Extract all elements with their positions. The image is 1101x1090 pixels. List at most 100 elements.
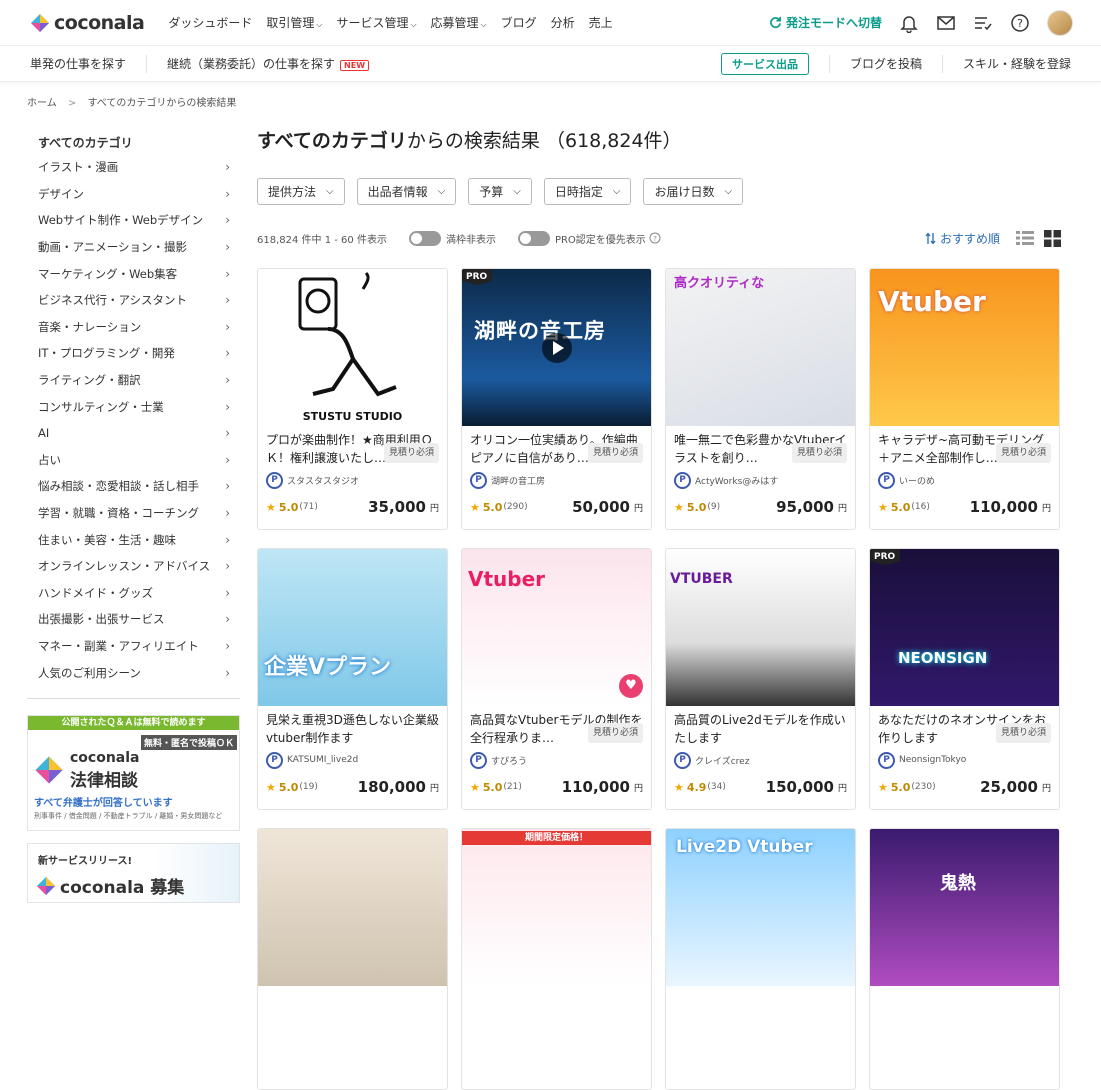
service-thumbnail[interactable]: Vtuber xyxy=(870,269,1059,426)
category-all-heading[interactable]: すべてのカテゴリ xyxy=(27,128,240,154)
service-card[interactable]: 高クオリティな 唯一無二で色彩豊かなVtuberイラストを創り… 見積り必須 P Act… xyxy=(665,268,856,530)
hide-full-toggle[interactable] xyxy=(408,230,441,246)
find-contract-jobs-link[interactable]: 継続（業務委託）の仕事を探す NEW xyxy=(167,55,370,72)
category-item[interactable]: 占い › xyxy=(27,447,240,474)
category-item[interactable]: Webサイト制作・Webデザイン › xyxy=(27,207,240,234)
service-title[interactable]: 見栄え重視3D遜色しない企業級vtuber制作ます xyxy=(258,706,447,747)
seller-info[interactable]: P スタスタスタジオ xyxy=(258,467,447,489)
service-thumbnail[interactable]: 企業Vプラン xyxy=(258,549,447,706)
service-card[interactable]: 鬼熱 xyxy=(869,828,1060,1090)
service-title[interactable]: プロが楽曲制作！★商用利用ＯＫ！権利譲渡いたし… 見積り必須 xyxy=(258,426,447,467)
service-title[interactable]: 唯一無二で色彩豊かなVtuberイラストを創り… 見積り必須 xyxy=(666,426,855,467)
seller-info[interactable]: P NeonsignTokyo xyxy=(870,747,1059,769)
seller-info[interactable]: P すぴろう xyxy=(462,747,651,769)
category-label: イラスト・漫画 xyxy=(38,160,119,175)
register-skill-link[interactable]: スキル・経験を登録 xyxy=(963,55,1071,72)
price-currency: 円 xyxy=(429,503,439,514)
service-card[interactable]: 期間限定価格！ xyxy=(461,828,652,1090)
category-item[interactable]: AI › xyxy=(27,420,240,447)
filter-seller-info[interactable]: 出品者情報 ⌵ xyxy=(356,178,457,205)
service-thumbnail[interactable]: 湖畔の音工房 PRO xyxy=(462,269,651,426)
service-title[interactable]: オリコン一位実績あり。作編曲ピアノに自信があり… 見積り必須 xyxy=(462,426,651,467)
recruitment-banner[interactable]: 新サービスリリース! coconala 募集 xyxy=(27,843,240,903)
service-card[interactable]: 企業Vプラン 見栄え重視3D遜色しない企業級vtuber制作ます P KATSUMI_… xyxy=(257,548,448,810)
service-card[interactable]: Vtuber キャラデザ~高可動モデリング＋アニメ全部制作し… 見積り必須 P いーのめ… xyxy=(869,268,1060,530)
category-item[interactable]: 音楽・ナレーション › xyxy=(27,314,240,341)
help-icon[interactable]: ? xyxy=(649,232,661,244)
service-thumbnail[interactable]: 期間限定価格！ xyxy=(462,829,651,986)
service-thumbnail[interactable]: VTUBER xyxy=(666,549,855,706)
service-thumbnail[interactable]: 高クオリティな xyxy=(666,269,855,426)
service-card[interactable]: 湖畔の音工房 PRO オリコン一位実績あり。作編曲ピアノに自信があり… 見積り必須 P 湖… xyxy=(461,268,652,530)
seller-info[interactable]: P クレイズcrez xyxy=(666,747,855,769)
pro-priority-toggle[interactable] xyxy=(517,230,550,246)
category-item[interactable]: 出張撮影・出張サービス › xyxy=(27,606,240,633)
service-card[interactable]: Vtuber ♥ 高品質なVtuberモデルの制作を全行程承りま… 見積り必須 P すぴろ… xyxy=(461,548,652,810)
category-item[interactable]: 人気のご利用シーン › xyxy=(27,659,240,686)
service-title[interactable]: 高品質なVtuberモデルの制作を全行程承りま… 見積り必須 xyxy=(462,706,651,747)
nav-sales[interactable]: 売上 xyxy=(589,14,613,31)
nav-service-management[interactable]: サービス管理 ⌵ xyxy=(336,14,416,31)
switch-mode-button[interactable]: 発注モードへ切替 xyxy=(769,14,882,31)
service-card[interactable] xyxy=(257,828,448,1090)
breadcrumb: ホーム > すべてのカテゴリからの検索結果 xyxy=(27,94,236,109)
service-thumbnail[interactable]: STUSTU STUDIO xyxy=(258,269,447,426)
heart-icon[interactable]: ♥ xyxy=(619,674,643,698)
service-card[interactable]: STUSTU STUDIO プロが楽曲制作！★商用利用ＯＫ！権利譲渡いたし… 見積り… xyxy=(257,268,448,530)
sort-label: おすすめ順 xyxy=(939,231,1000,246)
service-thumbnail[interactable] xyxy=(258,829,447,986)
filter-date[interactable]: 日時指定 ⌵ xyxy=(543,178,632,205)
filter-delivery-method[interactable]: 提供方法 ⌵ xyxy=(257,178,345,205)
service-card[interactable]: Live2D Vtuber xyxy=(665,828,856,1090)
category-item[interactable]: ビジネス代行・アシスタント › xyxy=(27,287,240,314)
service-title[interactable]: キャラデザ~高可動モデリング＋アニメ全部制作し… 見積り必須 xyxy=(870,426,1059,467)
help-icon[interactable]: ? xyxy=(1010,13,1030,33)
category-item[interactable]: IT・プログラミング・開発 › xyxy=(27,340,240,367)
post-blog-link[interactable]: ブログを投稿 xyxy=(850,55,922,72)
service-thumbnail[interactable]: NEONSIGN PRO xyxy=(870,549,1059,706)
user-avatar[interactable] xyxy=(1047,9,1073,36)
service-title[interactable]: 高品質のLive2dモデルを作成いたします xyxy=(666,706,855,747)
service-thumbnail[interactable]: Vtuber ♥ xyxy=(462,549,651,706)
service-thumbnail[interactable]: Live2D Vtuber xyxy=(666,829,855,986)
service-card[interactable]: NEONSIGN PRO あなただけのネオンサインをお作りします 見積り必須 P Neon… xyxy=(869,548,1060,810)
seller-info[interactable]: P 湖畔の音工房 xyxy=(462,467,651,489)
mail-icon[interactable] xyxy=(936,13,956,33)
service-card[interactable]: VTUBER 高品質のLive2dモデルを作成いたします P クレイズcrez ★ 4.9… xyxy=(665,548,856,810)
category-item[interactable]: イラスト・漫画 › xyxy=(27,154,240,181)
task-list-icon[interactable] xyxy=(973,13,993,33)
category-item[interactable]: ライティング・翻訳 › xyxy=(27,367,240,394)
legal-consultation-banner[interactable]: 公開されたＱ＆Ａは無料で読めます 無料・匿名で投稿ＯＫ coconala 法律相… xyxy=(27,714,240,831)
category-item[interactable]: 住まい・美容・生活・趣味 › xyxy=(27,526,240,553)
category-item[interactable]: マーケティング・Web集客 › xyxy=(27,260,240,287)
category-item[interactable]: 悩み相談・恋愛相談・話し相手 › xyxy=(27,473,240,500)
list-view-icon[interactable] xyxy=(1016,230,1034,246)
category-item[interactable]: 学習・就職・資格・コーチング › xyxy=(27,500,240,527)
nav-blog[interactable]: ブログ xyxy=(501,14,537,31)
filter-delivery-days[interactable]: お届け日数 ⌵ xyxy=(643,178,744,205)
post-service-button[interactable]: サービス出品 xyxy=(720,52,809,75)
play-icon[interactable] xyxy=(541,332,572,363)
filter-budget[interactable]: 予算 ⌵ xyxy=(468,178,532,205)
nav-applications[interactable]: 応募管理 ⌵ xyxy=(431,14,487,31)
grid-view-icon[interactable] xyxy=(1044,229,1061,247)
service-thumbnail[interactable]: 鬼熱 xyxy=(870,829,1059,986)
category-item[interactable]: オンラインレッスン・アドバイス › xyxy=(27,553,240,580)
nav-transactions[interactable]: 取引管理 ⌵ xyxy=(266,14,322,31)
category-item[interactable]: デザイン › xyxy=(27,181,240,208)
seller-info[interactable]: P KATSUMI_live2d xyxy=(258,747,447,769)
category-item[interactable]: ハンドメイド・グッズ › xyxy=(27,580,240,607)
category-item[interactable]: コンサルティング・士業 › xyxy=(27,393,240,420)
coconala-logo[interactable]: coconala xyxy=(30,12,145,34)
find-single-jobs-link[interactable]: 単発の仕事を探す xyxy=(30,55,126,72)
seller-info[interactable]: P いーのめ xyxy=(870,467,1059,489)
service-title[interactable]: あなただけのネオンサインをお作りします 見積り必須 xyxy=(870,706,1059,747)
category-item[interactable]: マネー・副業・アフィリエイト › xyxy=(27,633,240,660)
nav-analytics[interactable]: 分析 xyxy=(551,14,575,31)
breadcrumb-home[interactable]: ホーム xyxy=(27,98,57,109)
bell-icon[interactable] xyxy=(899,13,919,33)
seller-info[interactable]: P ActyWorks@みはす xyxy=(666,467,855,489)
category-item[interactable]: 動画・アニメーション・撮影 › xyxy=(27,234,240,261)
sort-dropdown[interactable]: おすすめ順 xyxy=(925,230,1000,247)
nav-dashboard[interactable]: ダッシュボード xyxy=(168,14,252,31)
